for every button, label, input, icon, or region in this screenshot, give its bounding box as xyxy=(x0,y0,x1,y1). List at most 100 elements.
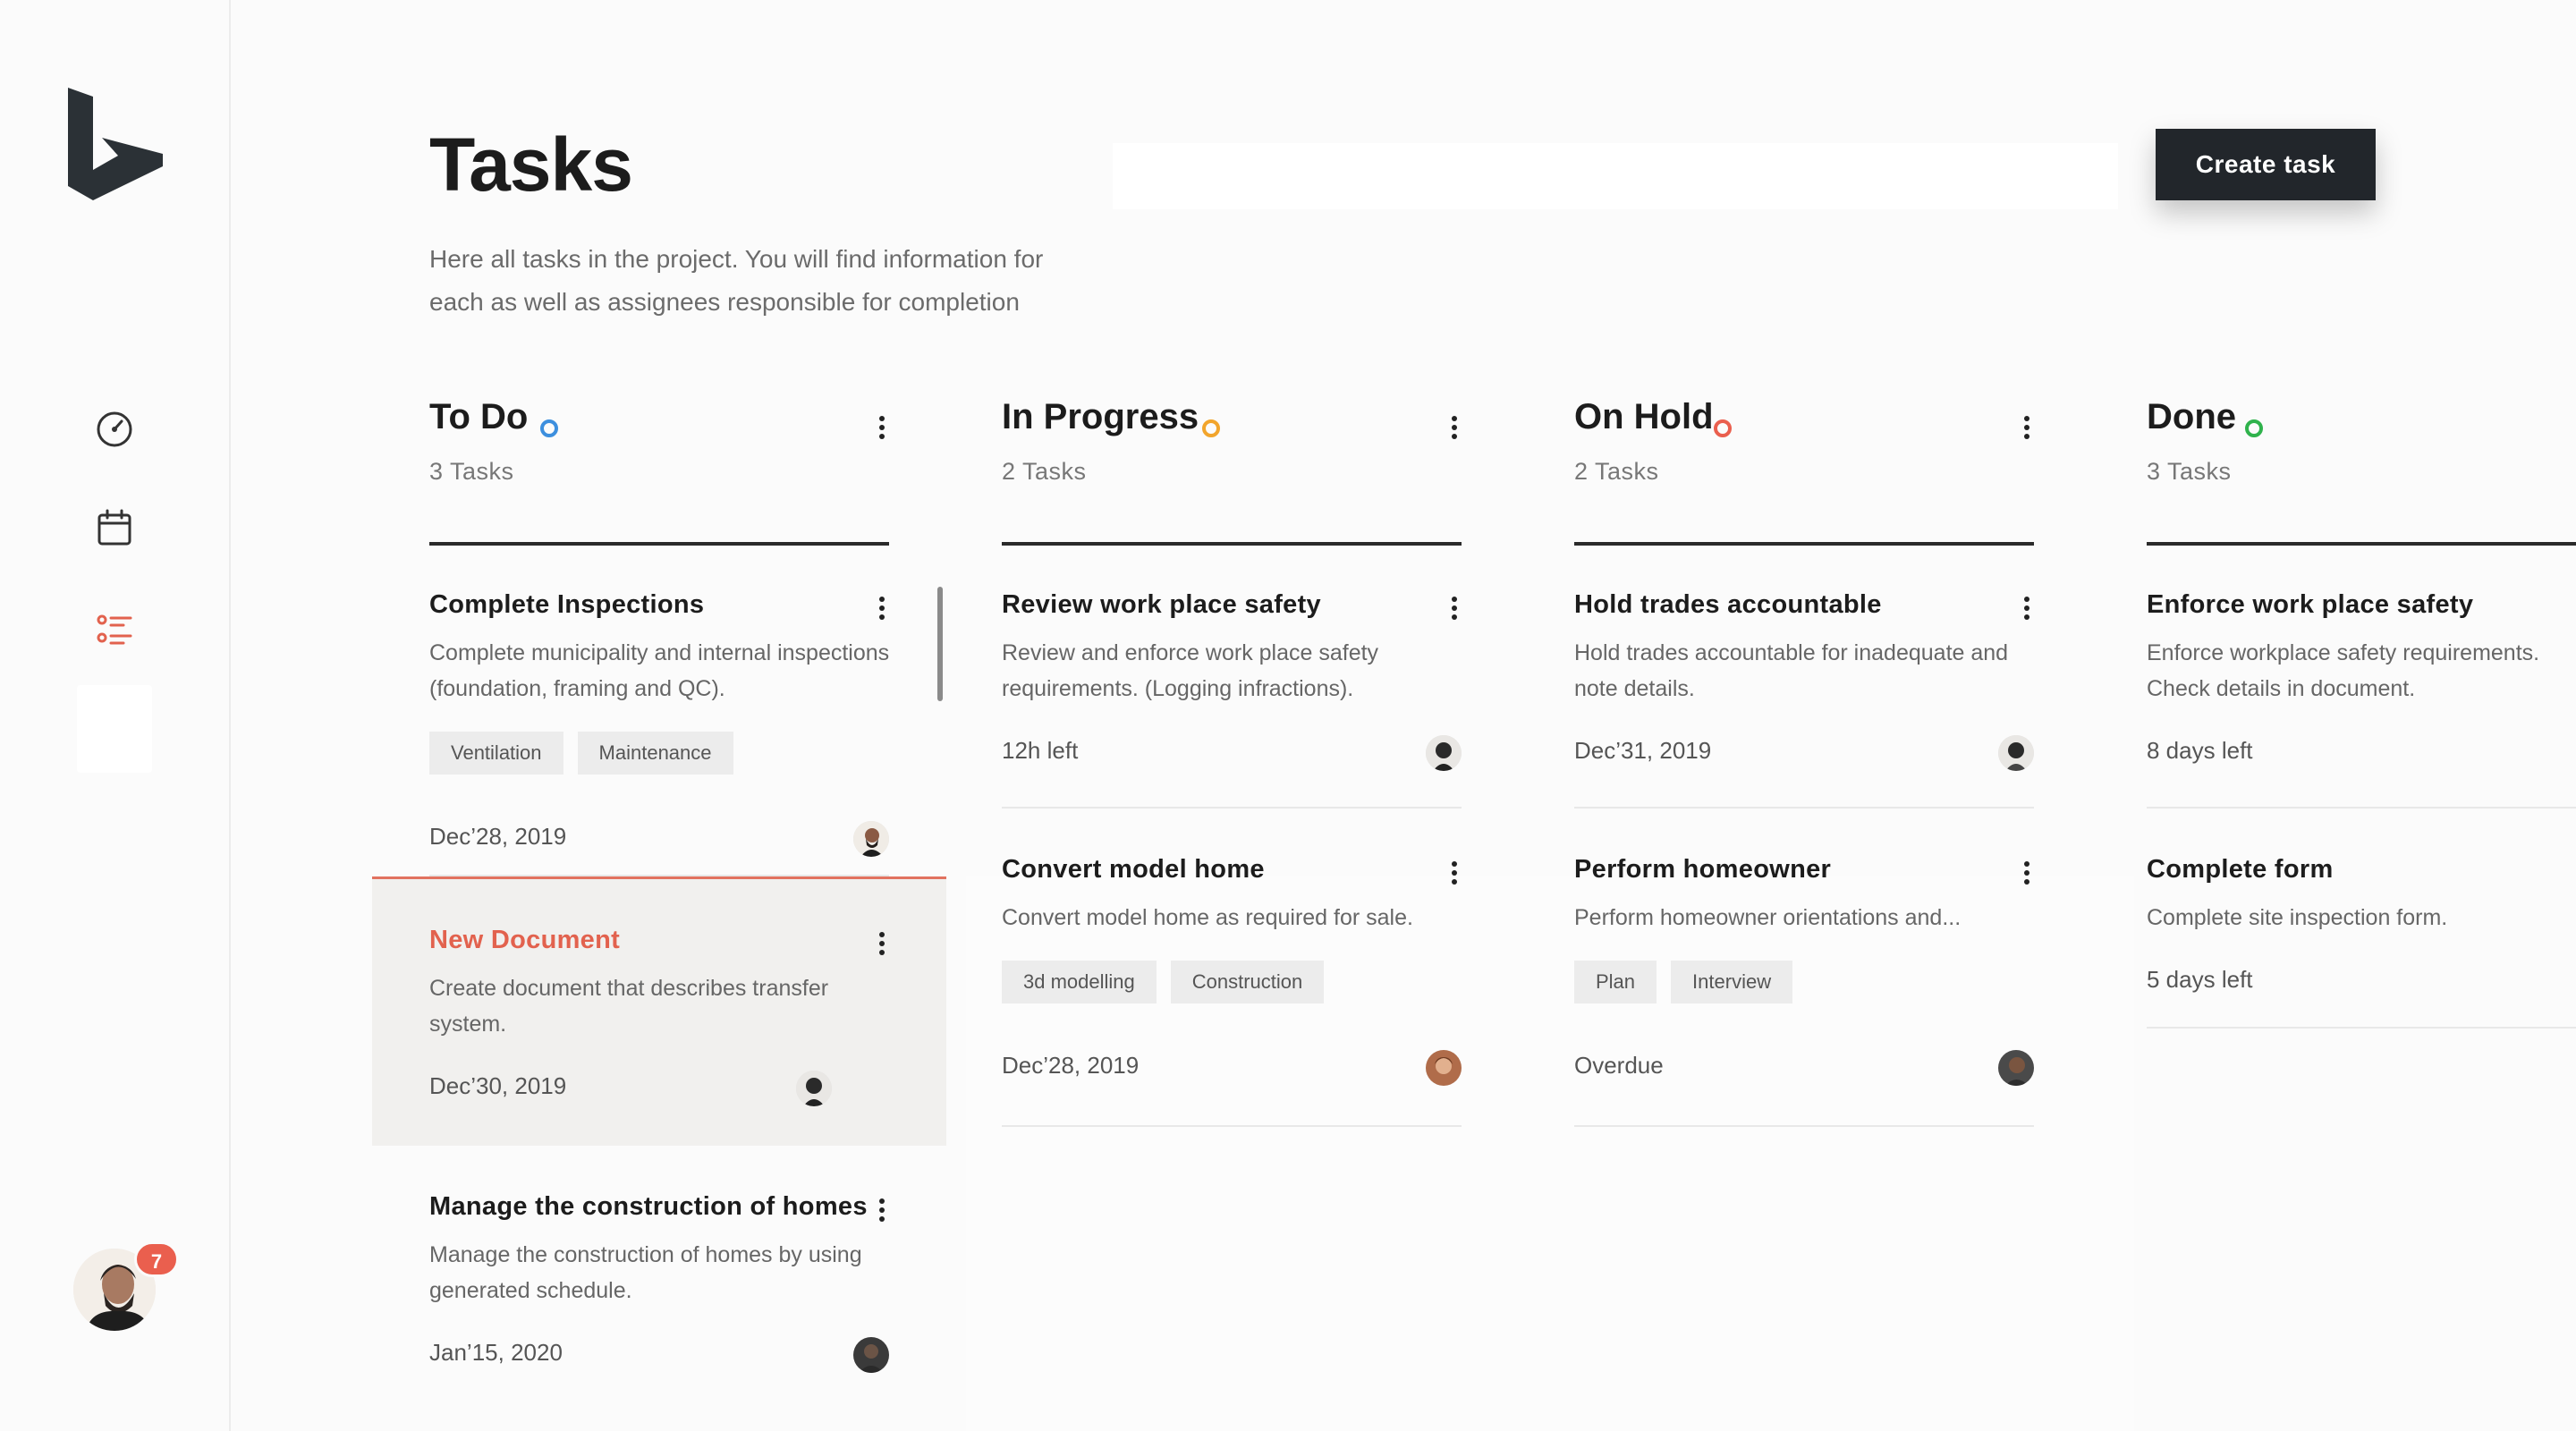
task-meta: Dec’30, 2019 xyxy=(429,1072,567,1099)
task-title: Perform homeowner xyxy=(1574,855,1832,884)
task-tags: 3d modelling Construction xyxy=(1002,961,1462,1003)
assignee-avatar[interactable] xyxy=(1426,735,1462,771)
task-description: Create document that describes transfer … xyxy=(429,976,829,1037)
task-description: Enforce workplace safety requirements. C… xyxy=(2147,640,2540,701)
assignee-avatar-image xyxy=(1426,1050,1462,1086)
task-title: New Document xyxy=(429,926,621,954)
task-card[interactable]: Convert model home Convert model home as… xyxy=(1002,809,1462,1127)
more-options-icon[interactable] xyxy=(875,929,889,958)
task-meta: Dec’31, 2019 xyxy=(1574,737,1712,764)
task-meta: 8 days left xyxy=(2147,737,2253,764)
header-blank-area xyxy=(1113,143,2118,209)
more-options-icon[interactable] xyxy=(875,594,889,622)
task-footer: 8 days left xyxy=(2147,717,2576,807)
task-footer: 5 days left xyxy=(2147,946,2576,1027)
column-header: In Progress 2 Tasks xyxy=(1002,397,1462,546)
column-header: To Do 3 Tasks xyxy=(429,397,889,546)
tag-construction[interactable]: Construction xyxy=(1170,961,1325,1003)
task-description: Manage the construction of homes by usin… xyxy=(429,1242,862,1303)
assignee-avatar[interactable] xyxy=(1998,1050,2034,1086)
task-meta: 5 days left xyxy=(2147,966,2253,993)
column-title: Done xyxy=(2147,397,2236,436)
task-card[interactable]: Complete Inspections Complete municipali… xyxy=(429,544,889,876)
dashboard-gauge-icon[interactable] xyxy=(93,408,136,451)
task-title: Manage the construction of homes xyxy=(429,1192,868,1221)
sidebar: 7 xyxy=(0,0,231,1431)
assignee-avatar[interactable] xyxy=(1998,735,2034,771)
logo-icon[interactable] xyxy=(64,84,166,204)
task-card[interactable]: Hold trades accountable Hold trades acco… xyxy=(1574,544,2034,809)
more-options-icon[interactable] xyxy=(2020,859,2034,887)
column-on-hold: On Hold 2 Tasks Hold trades accountable … xyxy=(1574,397,2034,1127)
task-description: Review and enforce work place safety req… xyxy=(1002,640,1379,701)
task-footer: Dec’30, 2019 xyxy=(429,1053,889,1146)
column-title: In Progress xyxy=(1002,397,1199,436)
assignee-avatar[interactable] xyxy=(853,1337,889,1373)
assignee-avatar-image xyxy=(1998,1050,2034,1086)
task-title: Convert model home xyxy=(1002,855,1265,884)
calendar-icon[interactable] xyxy=(93,506,136,549)
more-options-icon[interactable] xyxy=(875,1196,889,1224)
task-meta: Overdue xyxy=(1574,1052,1664,1079)
tag-3d-modelling[interactable]: 3d modelling xyxy=(1002,961,1157,1003)
task-card[interactable]: Review work place safety Review and enfo… xyxy=(1002,544,1462,809)
more-options-icon[interactable] xyxy=(1447,413,1462,442)
assignee-avatar-image xyxy=(796,1071,832,1106)
assignee-avatar-image xyxy=(1426,735,1462,771)
task-meta: Dec’28, 2019 xyxy=(1002,1052,1140,1079)
more-options-icon[interactable] xyxy=(1447,859,1462,887)
tag-plan[interactable]: Plan xyxy=(1574,961,1657,1003)
task-description: Complete municipality and internal inspe… xyxy=(429,640,890,701)
tag-ventilation[interactable]: Ventilation xyxy=(429,732,564,775)
tag-interview[interactable]: Interview xyxy=(1671,961,1793,1003)
more-options-icon[interactable] xyxy=(875,413,889,442)
task-meta: 12h left xyxy=(1002,737,1079,764)
task-footer: Dec’28, 2019 xyxy=(1002,1032,1462,1125)
task-title: Complete Inspections xyxy=(429,590,705,619)
notification-badge: 7 xyxy=(134,1241,179,1277)
page-title: Tasks xyxy=(429,123,633,207)
task-title: Hold trades accountable xyxy=(1574,590,1882,619)
task-footer: Dec’31, 2019 xyxy=(1574,717,2034,807)
column-task-count: 2 Tasks xyxy=(1002,458,1087,485)
assignee-avatar[interactable] xyxy=(853,821,889,857)
task-title: Complete form xyxy=(2147,855,2334,884)
more-options-icon[interactable] xyxy=(2020,413,2034,442)
task-card-selected[interactable]: New Document Create document that descri… xyxy=(372,876,946,1146)
more-options-icon[interactable] xyxy=(2020,594,2034,622)
column-done: Done 3 Tasks Enforce work place safety E… xyxy=(2147,397,2576,1029)
page-description: Here all tasks in the project. You will … xyxy=(429,238,1145,324)
column-title: On Hold xyxy=(1574,397,1714,436)
column-header: On Hold 2 Tasks xyxy=(1574,397,2034,546)
assignee-avatar[interactable] xyxy=(1426,1050,1462,1086)
task-footer: 12h left xyxy=(1002,717,1462,807)
column-task-count: 2 Tasks xyxy=(1574,458,1659,485)
status-dot-icon xyxy=(1202,419,1220,437)
create-task-button[interactable]: Create task xyxy=(2156,129,2376,200)
assignee-avatar[interactable] xyxy=(796,1071,832,1106)
nav-placeholder xyxy=(77,685,152,773)
assignee-avatar-image xyxy=(853,1337,889,1373)
page-description-line-2: each as well as assignees responsible fo… xyxy=(429,288,1020,316)
task-tags: Ventilation Maintenance xyxy=(429,732,889,775)
task-meta: Dec’28, 2019 xyxy=(429,823,567,850)
task-description: Hold trades accountable for inadequate a… xyxy=(1574,640,2009,701)
task-card[interactable]: Manage the construction of homes Manage … xyxy=(429,1146,889,1391)
task-card[interactable]: Enforce work place safety Enforce workpl… xyxy=(2147,544,2576,809)
tag-maintenance[interactable]: Maintenance xyxy=(577,732,733,775)
status-dot-icon xyxy=(1714,419,1732,437)
task-card[interactable]: Perform homeowner Perform homeowner orie… xyxy=(1574,809,2034,1127)
column-in-progress: In Progress 2 Tasks Review work place sa… xyxy=(1002,397,1462,1127)
task-description: Complete site inspection form. xyxy=(2147,905,2448,930)
column-todo: To Do 3 Tasks Complete Inspections Compl… xyxy=(372,397,946,1391)
task-card[interactable]: Complete form Complete site inspection f… xyxy=(2147,809,2576,1029)
column-task-count: 3 Tasks xyxy=(429,458,514,485)
status-dot-icon xyxy=(540,419,558,437)
status-dot-icon xyxy=(2245,419,2263,437)
assignee-avatar-image xyxy=(1998,735,2034,771)
task-list-icon[interactable] xyxy=(93,608,136,651)
scrollbar[interactable] xyxy=(937,587,943,701)
task-footer: Overdue xyxy=(1574,1032,2034,1125)
more-options-icon[interactable] xyxy=(1447,594,1462,622)
task-title: Enforce work place safety xyxy=(2147,590,2474,619)
